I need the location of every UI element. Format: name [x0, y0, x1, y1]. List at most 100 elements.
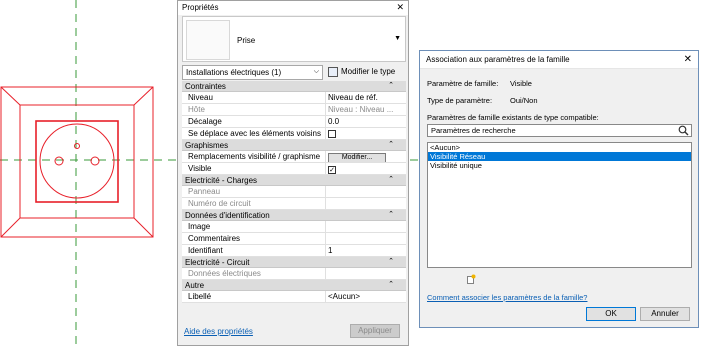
edit-type-icon: [328, 67, 338, 77]
property-value: [325, 186, 395, 197]
parameter-type-value: Oui/Non: [510, 96, 538, 105]
group-label: Données d'identification: [185, 211, 270, 220]
property-row-commentaires[interactable]: Commentaires: [182, 233, 406, 245]
close-icon[interactable]: ✕: [396, 2, 404, 13]
group-contraintes[interactable]: Contraintes ⌃: [182, 81, 406, 92]
edit-overrides-button[interactable]: Modifier...: [328, 153, 386, 162]
group-label: Electricité - Charges: [185, 176, 258, 185]
properties-help-link[interactable]: Aide des propriétés: [184, 327, 253, 336]
filter-row: Installations électriques (1) ⌵ Modifier…: [182, 65, 406, 80]
chevron-up-icon[interactable]: ⌃: [388, 81, 394, 89]
list-item-selected[interactable]: Visibilité Réseau: [428, 152, 691, 161]
type-preview-thumbnail: [186, 20, 230, 60]
property-name: Décalage: [188, 117, 222, 126]
category-filter-value: Installations électriques (1): [186, 68, 282, 77]
list-item[interactable]: Visibilité unique: [428, 161, 691, 170]
property-value[interactable]: [325, 233, 395, 244]
property-value: [325, 198, 395, 209]
parameters-listbox[interactable]: <Aucun> Visibilité Réseau Visibilité uni…: [427, 142, 692, 268]
chevron-up-icon[interactable]: ⌃: [388, 210, 394, 218]
properties-palette: Propriétés ✕ Prise ▼ Installations élect…: [177, 0, 409, 346]
close-icon[interactable]: ✕: [684, 54, 692, 65]
chevron-up-icon[interactable]: ⌃: [388, 257, 394, 265]
property-value: ✓: [325, 163, 395, 174]
property-name: Panneau: [188, 187, 221, 196]
properties-titlebar[interactable]: Propriétés ✕: [178, 1, 408, 15]
property-value: Modifier...: [325, 151, 395, 162]
property-name: Niveau: [188, 93, 213, 102]
group-elec-charges[interactable]: Electricité - Charges ⌃: [182, 175, 406, 186]
type-selector[interactable]: Prise ▼: [182, 16, 406, 62]
property-row-identifiant[interactable]: Identifiant 1: [182, 245, 406, 257]
associate-family-parameter-dialog: Association aux paramètres de la famille…: [419, 50, 699, 328]
how-to-associate-link[interactable]: Comment associer les paramètres de la fa…: [427, 293, 587, 302]
property-row-libelle[interactable]: Libellé <Aucun>: [182, 291, 406, 303]
group-elec-circuit[interactable]: Electricité - Circuit ⌃: [182, 257, 406, 268]
property-name: Remplacements visibilité / graphisme: [188, 152, 321, 161]
property-name: Se déplace avec les éléments voisins: [188, 129, 321, 138]
edit-type-label: Modifier le type: [341, 67, 396, 76]
property-name: Image: [188, 222, 211, 231]
chevron-up-icon[interactable]: ⌃: [388, 175, 394, 183]
group-label: Autre: [185, 281, 205, 290]
existing-parameters-label: Paramètres de famille existants de type …: [427, 113, 599, 122]
property-value[interactable]: Niveau de réf.: [325, 92, 395, 103]
chevron-down-icon: ⌵: [313, 68, 319, 75]
property-value[interactable]: 0.0: [325, 116, 395, 127]
edit-type-button[interactable]: Modifier le type: [325, 65, 406, 80]
property-name: Libellé: [188, 292, 212, 301]
outlet-symbol[interactable]: [0, 86, 154, 238]
property-row-decalage[interactable]: Décalage 0.0: [182, 116, 406, 128]
type-name: Prise: [237, 36, 256, 45]
property-row-panneau: Panneau: [182, 186, 406, 198]
ok-button[interactable]: OK: [586, 307, 636, 321]
property-name: Identifiant: [188, 246, 223, 255]
family-parameter-value: Visible: [510, 79, 532, 88]
property-row-deplace[interactable]: Se déplace avec les éléments voisins: [182, 128, 406, 140]
property-value[interactable]: 1: [325, 245, 395, 256]
apply-button[interactable]: Appliquer: [350, 324, 400, 338]
property-name: Données électriques: [188, 269, 261, 278]
property-row-remplacements[interactable]: Remplacements visibilité / graphisme Mod…: [182, 151, 406, 163]
dialog-titlebar[interactable]: Association aux paramètres de la famille…: [420, 51, 698, 69]
properties-title: Propriétés: [182, 3, 219, 12]
property-value[interactable]: [325, 221, 395, 232]
property-name: Commentaires: [188, 234, 241, 243]
property-name: Hôte: [188, 105, 205, 114]
group-label: Electricité - Circuit: [185, 258, 250, 267]
chevron-down-icon[interactable]: ▼: [394, 35, 401, 42]
cancel-button[interactable]: Annuler: [640, 307, 690, 321]
group-label: Graphismes: [185, 141, 229, 150]
group-graphismes[interactable]: Graphismes ⌃: [182, 140, 406, 151]
category-filter-select[interactable]: Installations électriques (1) ⌵: [182, 65, 323, 80]
family-parameter-label: Paramètre de famille:: [427, 79, 499, 88]
properties-grid: Contraintes ⌃ Niveau Niveau de réf. Hôte…: [182, 81, 406, 303]
group-label: Contraintes: [185, 82, 226, 91]
property-row-visible[interactable]: Visible ✓: [182, 163, 406, 175]
property-row-numero: Numéro de circuit: [182, 198, 406, 210]
move-with-neighbors-checkbox[interactable]: [328, 130, 336, 138]
property-row-image[interactable]: Image: [182, 221, 406, 233]
chevron-up-icon[interactable]: ⌃: [388, 280, 394, 288]
properties-footer: Aide des propriétés Appliquer: [178, 319, 408, 345]
property-value: [325, 128, 395, 139]
search-input[interactable]: Paramètres de recherche: [427, 124, 692, 137]
property-row-niveau[interactable]: Niveau Niveau de réf.: [182, 92, 406, 104]
chevron-up-icon[interactable]: ⌃: [388, 140, 394, 148]
search-placeholder: Paramètres de recherche: [431, 126, 516, 135]
group-autre[interactable]: Autre ⌃: [182, 280, 406, 291]
property-value[interactable]: <Aucun>: [325, 291, 395, 302]
property-value: Niveau : Niveau ...: [325, 104, 395, 115]
property-name: Visible: [188, 164, 212, 173]
list-item[interactable]: <Aucun>: [428, 143, 691, 152]
dialog-title: Association aux paramètres de la famille: [426, 55, 570, 64]
property-name: Numéro de circuit: [188, 199, 251, 208]
property-row-donnees-electriques: Données électriques: [182, 268, 406, 280]
property-value: [325, 268, 395, 279]
search-icon[interactable]: [678, 125, 689, 136]
visible-checkbox[interactable]: ✓: [328, 166, 336, 174]
property-row-hote: Hôte Niveau : Niveau ...: [182, 104, 406, 116]
group-donnees-identification[interactable]: Données d'identification ⌃: [182, 210, 406, 221]
add-parameter-icon[interactable]: [466, 274, 476, 284]
parameter-type-label: Type de paramètre:: [427, 96, 493, 105]
